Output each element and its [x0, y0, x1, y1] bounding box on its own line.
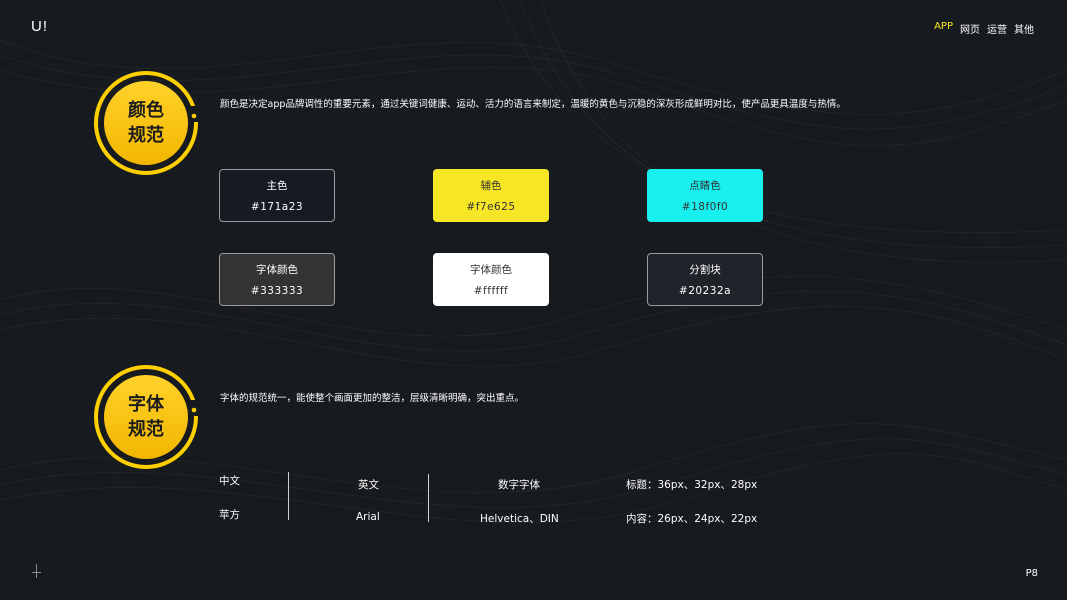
color-section-title-line2: 规范 — [128, 125, 164, 146]
content-sizes: 内容：26px、24px、22px — [626, 513, 758, 525]
chinese-font: 苹方 — [219, 509, 240, 521]
font-spec-badge: 字体 规范 — [93, 364, 199, 470]
swatch-hex: #171a23 — [250, 201, 304, 213]
font-section-title-line1: 字体 — [128, 394, 164, 415]
swatch-hex: #f7e625 — [466, 201, 516, 213]
swatch-hex: #ffffff — [473, 285, 509, 297]
chinese-label: 中文 — [219, 475, 240, 487]
nav-item-app[interactable]: APP — [934, 21, 953, 36]
swatch-name: 字体颜色 — [470, 264, 512, 276]
number-font: Helvetica、DIN — [480, 513, 559, 525]
app-logo[interactable]: U! — [31, 18, 48, 35]
nav-item-operation[interactable]: 运营 — [987, 21, 1007, 36]
swatch-hex: #18f0f0 — [681, 201, 729, 213]
color-section-title-line1: 颜色 — [128, 100, 164, 121]
top-nav: APP 网页 运营 其他 — [934, 21, 1034, 36]
color-swatch: 主色 #171a23 — [219, 169, 335, 222]
swatch-name: 辅色 — [480, 180, 502, 192]
column-divider — [288, 472, 289, 520]
nav-item-web[interactable]: 网页 — [960, 21, 980, 36]
color-spec-badge: 颜色 规范 — [93, 70, 199, 176]
nav-item-other[interactable]: 其他 — [1014, 21, 1034, 36]
swatch-hex: #20232a — [678, 285, 732, 297]
english-label: 英文 — [358, 479, 379, 491]
color-swatch: 字体颜色 #333333 — [219, 253, 335, 306]
number-font-label: 数字字体 — [498, 479, 540, 491]
swatch-hex: #333333 — [250, 285, 304, 297]
swatch-name: 分割块 — [689, 264, 721, 276]
page-number: P8 — [1025, 568, 1038, 579]
column-divider — [428, 474, 429, 522]
font-section-title-line2: 规范 — [128, 419, 164, 440]
english-font: Arial — [356, 511, 380, 523]
font-section-description: 字体的规范统一，能使整个画面更加的整洁，层级清晰明确，突出重点。 — [220, 393, 525, 404]
title-sizes: 标题：36px、32px、28px — [626, 479, 758, 491]
swatch-name: 字体颜色 — [256, 264, 298, 276]
color-swatch: 字体颜色 #ffffff — [433, 253, 549, 306]
color-swatch: 辅色 #f7e625 — [433, 169, 549, 222]
swatch-name: 点睛色 — [689, 180, 721, 192]
color-swatch: 点睛色 #18f0f0 — [647, 169, 763, 222]
color-section-description: 颜色是决定app品牌调性的重要元素，通过关键词健康、运动、活力的语言来制定，温暖… — [220, 99, 846, 110]
swatch-name: 主色 — [266, 180, 288, 192]
color-swatch: 分割块 #20232a — [647, 253, 763, 306]
corner-cross-mark — [32, 564, 41, 578]
